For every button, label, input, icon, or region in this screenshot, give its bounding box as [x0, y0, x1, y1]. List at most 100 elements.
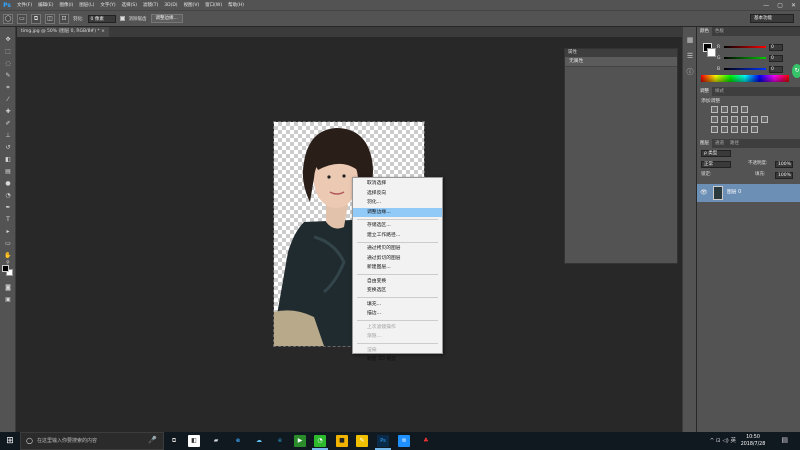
- menu-item-save-selection[interactable]: 存储选区...: [353, 221, 442, 231]
- invert-adjust-icon[interactable]: [711, 126, 718, 133]
- menu-layer[interactable]: 图层(L): [76, 2, 97, 8]
- media-app-icon[interactable]: ▶: [294, 435, 306, 447]
- green-slider[interactable]: [724, 57, 766, 59]
- stamp-tool-icon[interactable]: ⊥: [3, 131, 13, 140]
- tab-channels[interactable]: 通道: [712, 139, 727, 148]
- brightness-adjust-icon[interactable]: [711, 106, 718, 113]
- menu-window[interactable]: 窗口(W): [202, 2, 225, 8]
- move-tool-icon[interactable]: ✥: [3, 35, 13, 44]
- feather-input[interactable]: 0 像素: [87, 14, 116, 23]
- notification-center-icon[interactable]: ▤: [781, 436, 788, 444]
- properties-icon[interactable]: ☰: [685, 51, 695, 61]
- menu-item-feather[interactable]: 羽化...: [353, 198, 442, 208]
- add-selection-icon[interactable]: ⧉: [31, 13, 41, 24]
- brush-tool-icon[interactable]: ✐: [3, 119, 13, 128]
- blue-slider[interactable]: [724, 68, 766, 70]
- menu-item-transform-selection[interactable]: 变换选区: [353, 286, 442, 296]
- menu-select[interactable]: 选择(S): [119, 2, 140, 8]
- notes-app-icon[interactable]: ✎: [356, 435, 368, 447]
- gradient-map-adjust-icon[interactable]: [751, 126, 758, 133]
- layer-kind-filter[interactable]: ρ 类型: [701, 150, 731, 157]
- history-brush-tool-icon[interactable]: ↺: [3, 143, 13, 152]
- red-slider[interactable]: [724, 46, 766, 48]
- tab-adjustments[interactable]: 调整: [697, 87, 712, 96]
- folder-app-icon[interactable]: ■: [336, 435, 348, 447]
- minimize-button[interactable]: —: [763, 2, 769, 9]
- document-tab[interactable]: timg.jpg @ 50% (图层 0, RGB/8#) * ×: [17, 27, 109, 37]
- crop-tool-icon[interactable]: ⌗: [3, 83, 13, 92]
- vibrance-adjust-icon[interactable]: [711, 116, 718, 123]
- shape-tool-icon[interactable]: ▭: [3, 239, 13, 248]
- marquee-tool-icon[interactable]: ⬚: [3, 47, 13, 56]
- menu-item-layer-via-cut[interactable]: 通过剪切的图层: [353, 254, 442, 264]
- foreground-color-swatch[interactable]: [2, 265, 9, 272]
- posterize-adjust-icon[interactable]: [721, 126, 728, 133]
- blend-mode-select[interactable]: 正常: [701, 161, 731, 168]
- black-white-adjust-icon[interactable]: [741, 116, 748, 123]
- menu-type[interactable]: 文字(Y): [97, 2, 118, 8]
- menu-item-free-transform[interactable]: 自由变换: [353, 277, 442, 287]
- new-selection-icon[interactable]: ▭: [17, 13, 27, 24]
- file-explorer-icon[interactable]: ▰: [210, 435, 222, 447]
- eye-icon[interactable]: 👁: [700, 189, 708, 196]
- ie-browser-icon[interactable]: e: [274, 435, 286, 447]
- healing-tool-icon[interactable]: ✚: [3, 107, 13, 116]
- color-spectrum[interactable]: [701, 75, 789, 82]
- close-button[interactable]: ✕: [791, 2, 796, 9]
- menu-item-stroke[interactable]: 描边...: [353, 309, 442, 319]
- tab-paths[interactable]: 路径: [727, 139, 742, 148]
- properties-panel-header[interactable]: 属性: [565, 49, 677, 57]
- selective-color-adjust-icon[interactable]: [741, 126, 748, 133]
- fill-input[interactable]: 100%: [775, 172, 793, 179]
- info-icon[interactable]: ⓘ: [685, 67, 695, 77]
- eyedropper-tool-icon[interactable]: ⁄: [3, 95, 13, 104]
- menu-image[interactable]: 图像(I): [56, 2, 76, 8]
- pen-tool-icon[interactable]: ✒: [3, 203, 13, 212]
- menu-item-make-work-path[interactable]: 建立工作路径...: [353, 231, 442, 241]
- menu-item-refine-edge[interactable]: 调整边缘...: [353, 207, 442, 217]
- red-value-input[interactable]: 0: [769, 43, 783, 51]
- channel-mixer-adjust-icon[interactable]: [761, 116, 768, 123]
- gradient-tool-icon[interactable]: ▤: [3, 167, 13, 176]
- path-select-tool-icon[interactable]: ▸: [3, 227, 13, 236]
- menu-view[interactable]: 视图(V): [181, 2, 203, 8]
- menu-item-fill[interactable]: 填充...: [353, 300, 442, 310]
- taskbar-clock[interactable]: 10:50 2018/7/28: [738, 434, 768, 448]
- menu-3d[interactable]: 3D(D): [161, 3, 180, 8]
- lasso-tool-icon[interactable]: ◯: [3, 13, 13, 24]
- layer-name[interactable]: 图层 0: [727, 184, 741, 202]
- history-icon[interactable]: ▦: [685, 35, 695, 45]
- store-icon[interactable]: ◧: [188, 435, 200, 447]
- tab-color[interactable]: 颜色: [697, 27, 712, 36]
- menu-help[interactable]: 帮助(H): [225, 2, 247, 8]
- subtract-selection-icon[interactable]: ◫: [45, 13, 55, 24]
- quick-mask-icon[interactable]: ◙: [3, 283, 13, 292]
- quick-select-tool-icon[interactable]: ✎: [3, 71, 13, 80]
- sync-badge-icon[interactable]: ↻: [792, 64, 800, 78]
- blue-value-input[interactable]: 0: [769, 65, 783, 73]
- menu-item-new-layer[interactable]: 新建图层...: [353, 263, 442, 273]
- tab-swatches[interactable]: 色板: [712, 27, 727, 36]
- blur-tool-icon[interactable]: ●: [3, 179, 13, 188]
- threshold-adjust-icon[interactable]: [731, 126, 738, 133]
- maximize-button[interactable]: ▢: [777, 2, 783, 9]
- document-tab-close[interactable]: ×: [101, 29, 105, 34]
- eraser-tool-icon[interactable]: ◧: [3, 155, 13, 164]
- tab-styles[interactable]: 样式: [712, 87, 727, 96]
- menu-item-new-3d-model[interactable]: 新建 3D 模型: [353, 355, 442, 365]
- chat-app-icon[interactable]: ≋: [398, 435, 410, 447]
- menu-filter[interactable]: 滤镜(T): [140, 2, 161, 8]
- task-view-icon[interactable]: ⧉: [168, 435, 180, 447]
- menu-edit[interactable]: 编辑(E): [35, 2, 56, 8]
- qq-penguin-icon[interactable]: ♣: [420, 435, 432, 447]
- dodge-tool-icon[interactable]: ◔: [3, 191, 13, 200]
- properties-panel[interactable]: 属性 无属性: [564, 48, 678, 264]
- hue-saturation-adjust-icon[interactable]: [721, 116, 728, 123]
- microphone-icon[interactable]: 🎤: [148, 436, 157, 444]
- curves-adjust-icon[interactable]: [731, 106, 738, 113]
- photoshop-taskbar-icon[interactable]: Ps: [377, 435, 389, 447]
- edge-browser-icon[interactable]: e: [232, 435, 244, 447]
- type-tool-icon[interactable]: T: [3, 215, 13, 224]
- lasso-tool-icon[interactable]: ◌: [3, 59, 13, 68]
- opacity-input[interactable]: 100%: [775, 161, 793, 168]
